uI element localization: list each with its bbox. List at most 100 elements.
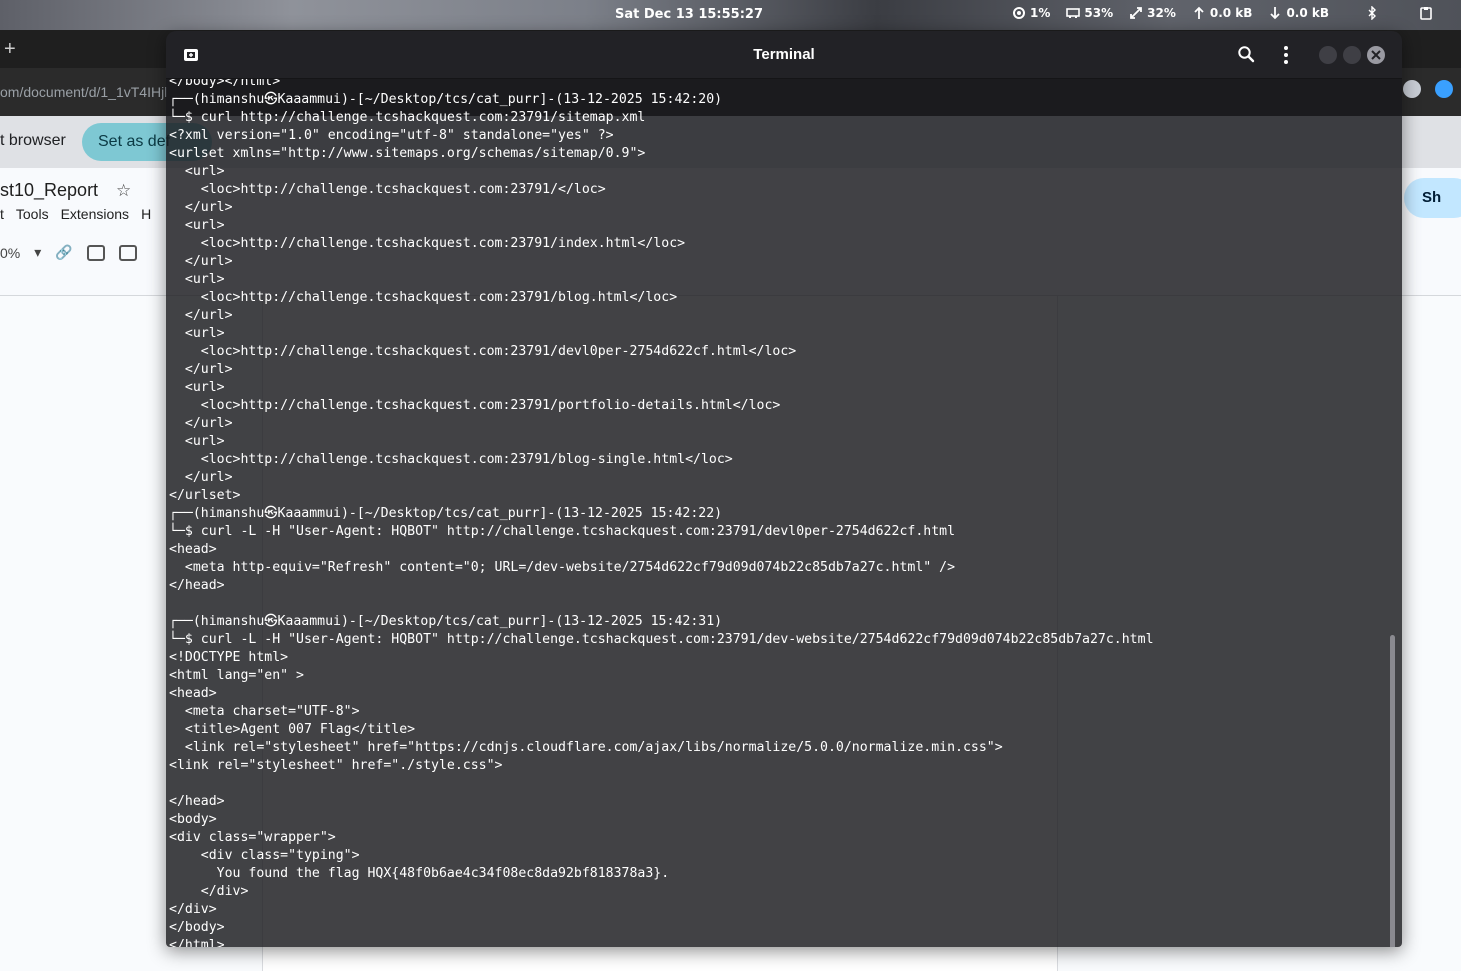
close-button[interactable] <box>1367 46 1385 64</box>
terminal-line: </body></html> <box>169 79 281 89</box>
shield-icon[interactable] <box>1403 80 1421 98</box>
terminal-line: └─$ curl -L -H "User-Agent: HQBOT" http:… <box>169 524 956 539</box>
clipboard-icon <box>1420 7 1432 20</box>
terminal-line: <loc>http://challenge.tcshackquest.com:2… <box>169 344 797 359</box>
swap-value: 32% <box>1147 6 1176 20</box>
terminal-line: <loc>http://challenge.tcshackquest.com:2… <box>169 182 606 197</box>
terminal-line: <div class="typing"> <box>169 848 360 863</box>
terminal-line: <loc>http://challenge.tcshackquest.com:2… <box>169 290 678 305</box>
net-up-value: 0.0 kB <box>1209 6 1253 20</box>
terminal-line: <loc>http://challenge.tcshackquest.com:2… <box>169 452 733 467</box>
menu-item-extensions[interactable]: Extensions <box>61 206 129 222</box>
terminal-line: ┌──(himanshu㉿Kaaammui)-[~/Desktop/tcs/ca… <box>169 92 723 107</box>
maximize-button[interactable] <box>1343 46 1361 64</box>
memory-indicator[interactable]: 53% <box>1066 6 1113 20</box>
terminal-line: </body> <box>169 920 225 935</box>
terminal-line: <meta charset="UTF-8"> <box>169 704 360 719</box>
terminal-line: <title>Agent 007 Flag</title> <box>169 722 416 737</box>
terminal-line: <div class="wrapper"> <box>169 830 336 845</box>
terminal-line: ┌──(himanshu㉿Kaaammui)-[~/Desktop/tcs/ca… <box>169 506 723 521</box>
chevron-down-icon[interactable]: ▾ <box>34 244 41 261</box>
terminal-titlebar[interactable]: Terminal <box>166 31 1402 79</box>
cpu-icon <box>1013 7 1026 19</box>
system-clock[interactable]: Sat Dec 13 15:55:27 <box>615 7 763 22</box>
terminal-line: └─$ curl http://challenge.tcshackquest.c… <box>169 110 646 125</box>
terminal-line: You found the flag HQX{48f0b6ae4c34f08ec… <box>169 866 670 881</box>
menu-item-help[interactable]: H <box>141 206 151 222</box>
comment-add-icon[interactable] <box>86 244 105 261</box>
terminal-line: <link rel="stylesheet" href="https://cdn… <box>169 740 1003 755</box>
terminal-line: </head> <box>169 794 225 809</box>
arrow-up-icon <box>1194 6 1204 19</box>
kebab-menu-icon[interactable] <box>1277 45 1295 65</box>
menu-item[interactable]: t <box>0 206 4 222</box>
terminal-line: <url> <box>169 326 225 341</box>
terminal-window: Terminal </body></html> ┌──(himanshu㉿Kaa… <box>166 31 1402 947</box>
system-top-bar: Sat Dec 13 15:55:27 1% 53% 32% 0.0 kB 0.… <box>0 0 1461 30</box>
clipboard-indicator[interactable] <box>1419 6 1433 20</box>
terminal-line: <url> <box>169 272 225 287</box>
cpu-indicator[interactable]: 1% <box>1012 6 1050 20</box>
terminal-line: └─$ curl -L -H "User-Agent: HQBOT" http:… <box>169 632 1154 647</box>
document-title[interactable]: st10_Report <box>0 180 98 201</box>
terminal-line: <link rel="stylesheet" href="./style.css… <box>169 758 503 773</box>
terminal-line: </url> <box>169 308 233 323</box>
terminal-line: <body> <box>169 812 217 827</box>
net-down-indicator[interactable]: 0.0 kB <box>1268 6 1329 20</box>
menu-item-tools[interactable]: Tools <box>16 206 49 222</box>
memory-icon <box>1066 8 1081 18</box>
bluetooth-indicator[interactable] <box>1365 6 1379 20</box>
terminal-line: <head> <box>169 542 217 557</box>
terminal-line: <urlset xmlns="http://www.sitemaps.org/s… <box>169 146 646 161</box>
terminal-line: </div> <box>169 884 249 899</box>
browser-extension-icons <box>1403 80 1453 98</box>
terminal-line: <loc>http://challenge.tcshackquest.com:2… <box>169 236 686 251</box>
address-url[interactable]: om/document/d/1_1vT4IHjl <box>0 84 167 100</box>
system-tray: 1% 53% 32% 0.0 kB 0.0 kB <box>1012 6 1433 20</box>
net-down-value: 0.0 kB <box>1286 6 1329 20</box>
new-tab-icon[interactable]: + <box>4 38 16 61</box>
docs-toolbar: 0% ▾ 🔗 <box>0 244 137 261</box>
star-icon[interactable]: ☆ <box>116 181 131 201</box>
terminal-line: <url> <box>169 218 225 233</box>
bluetooth-icon <box>1368 6 1376 20</box>
infobar-text: t browser <box>0 132 66 149</box>
terminal-text[interactable]: </body></html> ┌──(himanshu㉿Kaaammui)-[~… <box>169 79 1154 947</box>
image-icon[interactable] <box>118 244 137 261</box>
search-icon[interactable] <box>1237 45 1255 63</box>
terminal-line: </url> <box>169 362 233 377</box>
terminal-line: </div> <box>169 902 217 917</box>
scrollbar-thumb[interactable] <box>1390 635 1395 947</box>
terminal-output[interactable]: </body></html> ┌──(himanshu㉿Kaaammui)-[~… <box>166 79 1402 947</box>
swap-indicator[interactable]: 32% <box>1129 6 1176 20</box>
cpu-value: 1% <box>1030 6 1051 20</box>
extension-icon[interactable] <box>1435 80 1453 98</box>
terminal-line: </url> <box>169 470 233 485</box>
terminal-line: <loc>http://challenge.tcshackquest.com:2… <box>169 398 781 413</box>
terminal-line: ┌──(himanshu㉿Kaaammui)-[~/Desktop/tcs/ca… <box>169 614 723 629</box>
terminal-line: </url> <box>169 416 233 431</box>
arrow-down-icon <box>1270 7 1281 20</box>
terminal-line: <!DOCTYPE html> <box>169 650 289 665</box>
terminal-line: <url> <box>169 380 225 395</box>
share-button[interactable]: Sh <box>1404 178 1461 218</box>
terminal-line: <html lang="en" > <box>169 668 304 683</box>
terminal-line: </url> <box>169 200 233 215</box>
terminal-line: <meta http-equiv="Refresh" content="0; U… <box>169 560 956 575</box>
terminal-line: </head> <box>169 578 225 593</box>
swap-icon <box>1130 7 1143 19</box>
terminal-line: <url> <box>169 434 225 449</box>
close-icon <box>1371 50 1381 60</box>
memory-value: 53% <box>1084 6 1114 20</box>
docs-menu-bar: t Tools Extensions H <box>0 206 151 222</box>
terminal-title: Terminal <box>753 46 815 63</box>
terminal-line: </urlset> <box>169 488 241 503</box>
minimize-button[interactable] <box>1319 46 1337 64</box>
terminal-line: <url> <box>169 164 225 179</box>
zoom-select[interactable]: 0% <box>0 245 20 261</box>
terminal-line: </html> <box>169 938 225 947</box>
net-up-indicator[interactable]: 0.0 kB <box>1192 6 1253 20</box>
link-icon[interactable]: 🔗 <box>55 244 72 261</box>
terminal-line: </url> <box>169 254 233 269</box>
terminal-line: <head> <box>169 686 217 701</box>
